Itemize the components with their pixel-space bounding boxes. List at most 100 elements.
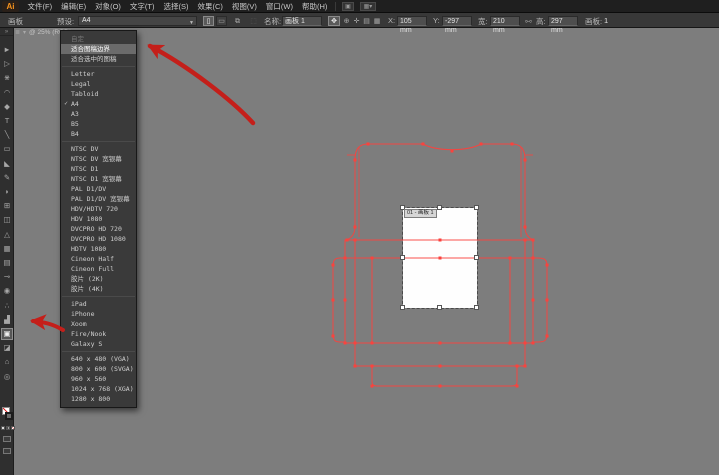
width-tool[interactable]: ◗ (1, 186, 13, 198)
none-button[interactable] (11, 426, 15, 430)
menu-item[interactable]: 视图(V) (227, 0, 261, 13)
pencil-tool[interactable]: ✎ (1, 172, 13, 184)
preset-option[interactable]: 自定 (61, 34, 136, 44)
preset-option[interactable]: 1024 x 768 (XGA) (61, 384, 136, 394)
slice-tool[interactable]: ◪ (1, 342, 13, 354)
menu-item[interactable]: 文字(T) (125, 0, 159, 13)
preset-option[interactable]: Letter (61, 69, 136, 79)
preset-option[interactable]: 胶片 (4K) (61, 284, 136, 294)
rectangle-tool[interactable]: ▭ (1, 143, 13, 155)
preset-option[interactable]: 胶片 (2K) (61, 274, 136, 284)
artboard-name-input[interactable]: 画板 1 (282, 16, 322, 26)
preset-option[interactable]: 适合图稿边界 (61, 44, 136, 54)
line-segment-tool[interactable]: ╲ (1, 129, 13, 141)
preset-option[interactable]: ✓A4 (61, 99, 136, 109)
lasso-tool[interactable]: ◠ (1, 87, 13, 99)
preset-option[interactable]: 960 x 560 (61, 374, 136, 384)
portrait-orientation-button[interactable]: ▯ (203, 16, 214, 26)
mesh-tool[interactable]: ▦ (1, 243, 13, 255)
preset-option[interactable]: Xoom (61, 319, 136, 329)
artboard-options-icon[interactable]: ▤ (362, 16, 371, 26)
menu-item[interactable]: 效果(C) (193, 0, 227, 13)
paintbrush-tool[interactable]: ◣ (1, 158, 13, 170)
selection-tool[interactable]: ► (1, 44, 13, 56)
preset-option[interactable]: Cineon Half (61, 254, 136, 264)
free-transform-tool[interactable]: ⊞ (1, 200, 13, 212)
preset-option[interactable]: Galaxy S (61, 339, 136, 349)
link-dimensions-icon[interactable]: ⧟ (524, 16, 533, 26)
collapse-panel-icon[interactable]: » (0, 28, 13, 36)
selection-handle[interactable] (400, 255, 405, 260)
y-position-field[interactable]: -297 mm (442, 16, 472, 26)
preset-option[interactable]: NTSC DV 宽银幕 (61, 154, 136, 164)
preset-option[interactable]: 1280 x 800 (61, 394, 136, 404)
preset-dropdown[interactable]: A4 ▼ (78, 16, 197, 26)
move-copy-artwork-toggle[interactable]: ✥ (328, 16, 340, 26)
preset-option[interactable]: NTSC D1 (61, 164, 136, 174)
preset-option[interactable]: Cineon Full (61, 264, 136, 274)
preset-option[interactable]: Legal (61, 79, 136, 89)
menu-item[interactable]: 窗口(W) (261, 0, 297, 13)
selection-handle[interactable] (474, 205, 479, 210)
menu-item[interactable]: 编辑(E) (57, 0, 91, 13)
workspace-switcher-icon[interactable]: ▦▾ (360, 2, 376, 11)
menu-item[interactable]: 选择(S) (159, 0, 193, 13)
perspective-grid-tool[interactable]: △ (1, 229, 13, 241)
zoom-tool[interactable]: ◎ (1, 371, 13, 383)
symbol-sprayer-tool[interactable]: ∴ (1, 300, 13, 312)
preset-option[interactable]: iPhone (61, 309, 136, 319)
show-center-mark-icon[interactable]: ⊕ (342, 16, 351, 26)
preset-option[interactable]: HDV/HDTV 720 (61, 204, 136, 214)
new-artboard-button[interactable]: ⧉ (232, 16, 243, 26)
width-field[interactable]: 210 mm (490, 16, 520, 26)
preset-option[interactable]: A3 (61, 109, 136, 119)
preset-option[interactable]: iPad (61, 299, 136, 309)
pen-tool[interactable]: ◆ (1, 101, 13, 113)
preset-option[interactable]: HDTV 1080 (61, 244, 136, 254)
gradient-tool[interactable]: ▤ (1, 257, 13, 269)
type-tool[interactable]: T (1, 115, 13, 127)
preset-option[interactable]: HDV 1080 (61, 214, 136, 224)
shape-builder-tool[interactable]: ◫ (1, 214, 13, 226)
preset-option[interactable]: 800 x 600 (SVGA) (61, 364, 136, 374)
preset-option[interactable]: NTSC D1 宽银幕 (61, 174, 136, 184)
menu-item[interactable]: 帮助(H) (298, 0, 332, 13)
landscape-orientation-button[interactable]: ▭ (216, 16, 227, 26)
preset-option[interactable]: PAL D1/DV 宽银幕 (61, 194, 136, 204)
preset-option[interactable]: B4 (61, 129, 136, 139)
reference-point-locator[interactable]: ▦ (372, 16, 382, 26)
preset-option[interactable]: DVCPRO HD 1080 (61, 234, 136, 244)
menu-item[interactable]: 对象(O) (91, 0, 126, 13)
screen-mode-icon[interactable] (3, 448, 11, 454)
magic-wand-tool[interactable]: ⋇ (1, 72, 13, 84)
menu-item[interactable]: 文件(F) (23, 0, 57, 13)
hand-tool[interactable]: ⌂ (1, 356, 13, 368)
color-button[interactable] (1, 426, 5, 430)
selection-handle[interactable] (474, 255, 479, 260)
drawing-mode-icon[interactable] (3, 436, 11, 442)
preset-option[interactable]: DVCPRO HD 720 (61, 224, 136, 234)
preset-option[interactable]: 适合选中的图稿 (61, 54, 136, 64)
stroke-color-swatch[interactable] (5, 412, 13, 420)
eyedropper-tool[interactable]: ⊸ (1, 271, 13, 283)
preset-option[interactable]: B5 (61, 119, 136, 129)
selection-handle[interactable] (400, 305, 405, 310)
direct-selection-tool[interactable]: ▷ (1, 58, 13, 70)
column-graph-tool[interactable]: ▟ (1, 314, 13, 326)
show-cross-hairs-icon[interactable]: ✛ (352, 16, 361, 26)
selection-handle[interactable] (474, 305, 479, 310)
selection-handle[interactable] (437, 205, 442, 210)
selection-handle[interactable] (437, 305, 442, 310)
artboard-tool[interactable]: ▣ (1, 328, 13, 340)
preset-option[interactable]: Fire/Nook (61, 329, 136, 339)
preset-option[interactable]: 640 x 480 (VGA) (61, 354, 136, 364)
delete-artboard-button[interactable]: ⬚ (248, 16, 259, 26)
bridge-icon[interactable]: ▣ (342, 2, 354, 11)
preset-option[interactable]: NTSC DV (61, 144, 136, 154)
blend-tool[interactable]: ◉ (1, 285, 13, 297)
gradient-button[interactable] (6, 426, 10, 430)
height-field[interactable]: 297 mm (548, 16, 578, 26)
preset-option[interactable]: PAL D1/DV (61, 184, 136, 194)
preset-option[interactable]: Tabloid (61, 89, 136, 99)
x-position-field[interactable]: 105 mm (397, 16, 427, 26)
